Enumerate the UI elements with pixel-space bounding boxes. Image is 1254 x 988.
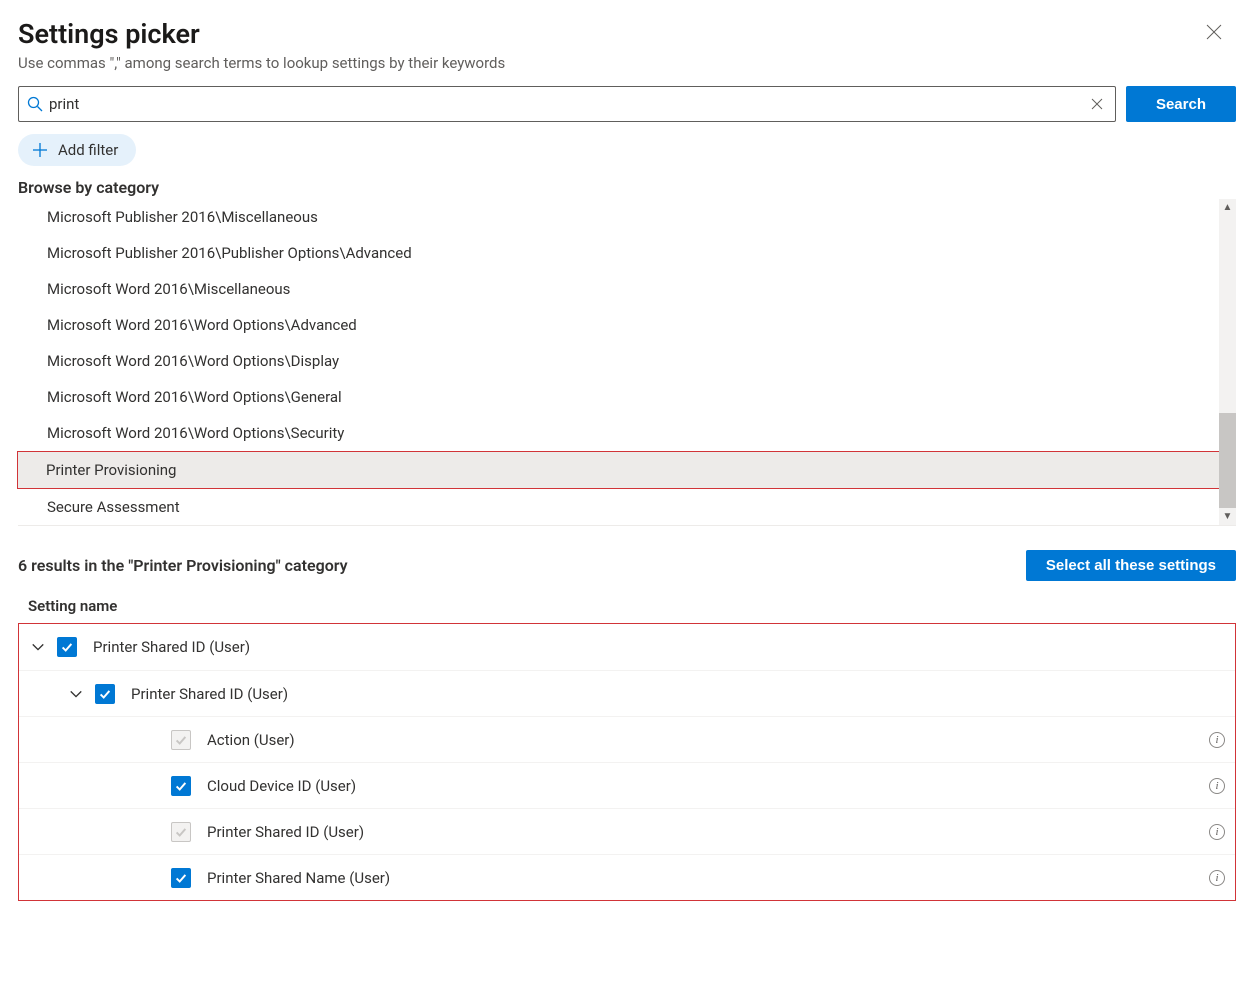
- category-item[interactable]: Microsoft Word 2016\Word Options\General: [18, 379, 1219, 415]
- setting-label: Printer Shared ID (User): [131, 685, 1197, 703]
- category-item[interactable]: Microsoft Word 2016\Word Options\Securit…: [18, 415, 1219, 451]
- browse-by-category-label: Browse by category: [18, 178, 1236, 197]
- setting-row[interactable]: Printer Shared ID (User) i: [19, 808, 1235, 854]
- info-icon[interactable]: i: [1209, 732, 1225, 748]
- setting-row[interactable]: Printer Shared ID (User): [19, 670, 1235, 716]
- chevron-down-icon: [31, 640, 45, 654]
- setting-label: Printer Shared Name (User): [207, 869, 1197, 887]
- setting-row[interactable]: Cloud Device ID (User) i: [19, 762, 1235, 808]
- results-summary: 6 results in the "Printer Provisioning" …: [18, 556, 348, 575]
- category-item[interactable]: Printer Provisioning: [18, 452, 1219, 488]
- page-title: Settings picker: [18, 18, 505, 50]
- add-filter-button[interactable]: Add filter: [18, 134, 136, 166]
- setting-checkbox[interactable]: [57, 637, 77, 657]
- clear-icon: [1091, 98, 1103, 110]
- search-box[interactable]: [18, 86, 1116, 122]
- close-icon: [1206, 24, 1222, 40]
- results-table: Printer Shared ID (User)Printer Shared I…: [18, 623, 1236, 901]
- setting-checkbox: [171, 730, 191, 750]
- scrollbar[interactable]: ▲ ▼: [1219, 199, 1236, 525]
- setting-checkbox[interactable]: [171, 868, 191, 888]
- info-icon[interactable]: i: [1209, 778, 1225, 794]
- category-item[interactable]: Microsoft Publisher 2016\Miscellaneous: [18, 199, 1219, 235]
- setting-label: Printer Shared ID (User): [93, 638, 1197, 656]
- setting-checkbox[interactable]: [171, 776, 191, 796]
- setting-label: Cloud Device ID (User): [207, 777, 1197, 795]
- setting-row[interactable]: Printer Shared Name (User) i: [19, 854, 1235, 900]
- scroll-thumb[interactable]: [1219, 413, 1236, 508]
- info-icon[interactable]: i: [1209, 824, 1225, 840]
- search-button[interactable]: Search: [1126, 86, 1236, 122]
- category-item[interactable]: Microsoft Word 2016\Word Options\Display: [18, 343, 1219, 379]
- expand-toggle[interactable]: [19, 640, 57, 654]
- search-input[interactable]: [43, 95, 1087, 113]
- setting-label: Action (User): [207, 731, 1197, 749]
- search-icon: [27, 96, 43, 112]
- add-filter-label: Add filter: [58, 141, 118, 159]
- setting-row[interactable]: Action (User) i: [19, 716, 1235, 762]
- scroll-down-arrow-icon[interactable]: ▼: [1219, 508, 1236, 525]
- setting-label: Printer Shared ID (User): [207, 823, 1197, 841]
- category-item[interactable]: Microsoft Word 2016\Word Options\Advance…: [18, 307, 1219, 343]
- setting-row[interactable]: Printer Shared ID (User): [19, 624, 1235, 670]
- category-list: Microsoft Publisher 2016\MiscellaneousMi…: [18, 199, 1219, 525]
- category-item[interactable]: Microsoft Word 2016\Miscellaneous: [18, 271, 1219, 307]
- category-item[interactable]: Secure Assessment: [18, 489, 1219, 525]
- setting-checkbox: [171, 822, 191, 842]
- column-header-setting-name[interactable]: Setting name: [18, 587, 1236, 623]
- info-icon[interactable]: i: [1209, 870, 1225, 886]
- plus-icon: [32, 142, 48, 158]
- chevron-down-icon: [69, 687, 83, 701]
- close-button[interactable]: [1198, 20, 1230, 49]
- setting-checkbox[interactable]: [95, 684, 115, 704]
- select-all-button[interactable]: Select all these settings: [1026, 550, 1236, 581]
- scroll-up-arrow-icon[interactable]: ▲: [1219, 199, 1236, 216]
- category-item[interactable]: Microsoft Publisher 2016\Publisher Optio…: [18, 235, 1219, 271]
- expand-toggle[interactable]: [57, 687, 95, 701]
- page-subtitle: Use commas "," among search terms to loo…: [18, 54, 505, 72]
- clear-search-button[interactable]: [1087, 95, 1107, 114]
